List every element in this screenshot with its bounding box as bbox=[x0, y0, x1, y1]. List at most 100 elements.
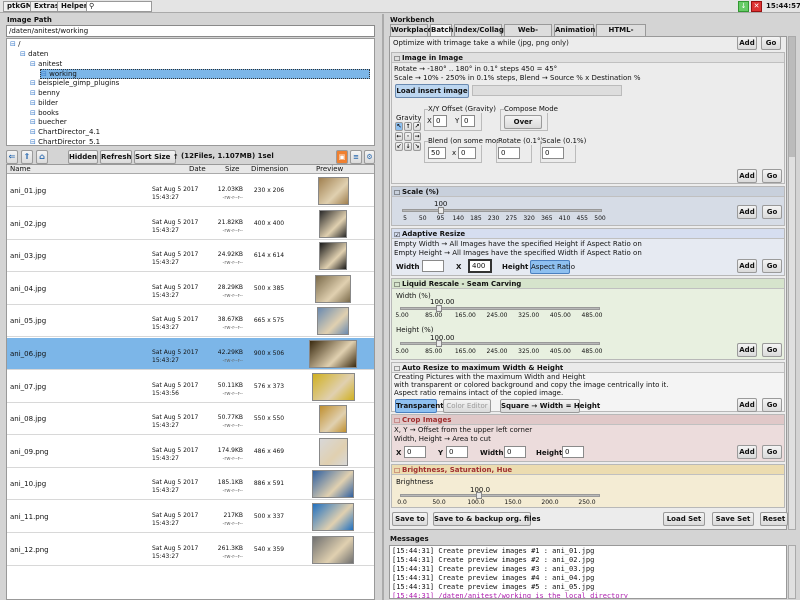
update-icon[interactable]: ↓ bbox=[738, 1, 749, 12]
up-icon[interactable]: ⇑ bbox=[21, 150, 33, 164]
gravity-cell-icon[interactable]: ↑ bbox=[404, 122, 412, 131]
blend-a-input[interactable]: 50 bbox=[428, 147, 446, 159]
checkbox-icon[interactable]: ☐ bbox=[394, 188, 400, 198]
scrollbar-thumb[interactable] bbox=[789, 37, 795, 157]
gravity-cell-icon[interactable]: ↘ bbox=[413, 142, 421, 151]
back-icon[interactable]: ⇐ bbox=[6, 150, 18, 164]
col-name[interactable]: Name bbox=[10, 165, 31, 173]
save-backup-button[interactable]: Save to & backup org. files bbox=[433, 512, 541, 526]
crop-width-input[interactable]: 0 bbox=[504, 446, 526, 458]
load-set-button[interactable]: Load Set bbox=[663, 512, 705, 526]
table-row[interactable]: ani_11.png Sat Aug 5 2017 15:43:27 217KB -rw… bbox=[7, 501, 374, 533]
tab-animation[interactable]: Animation bbox=[554, 24, 595, 36]
col-size[interactable]: Size bbox=[225, 165, 239, 173]
crop-x-input[interactable]: 0 bbox=[404, 446, 426, 458]
checkbox-icon[interactable]: ☐ bbox=[394, 280, 400, 290]
reset-button[interactable]: Reset bbox=[760, 512, 788, 526]
adaptive-height-input[interactable]: 400 bbox=[468, 259, 492, 273]
messages-scrollbar[interactable] bbox=[788, 545, 796, 599]
table-row[interactable]: ani_01.jpg Sat Aug 5 2017 15:43:27 12.03KB -… bbox=[7, 175, 374, 207]
tree-node[interactable]: ⊟ bilder bbox=[30, 99, 58, 107]
offset-y-input[interactable]: 0 bbox=[461, 115, 475, 127]
refresh-button[interactable]: Refresh bbox=[100, 150, 132, 164]
tab-web-gallery[interactable]: Web-Gallery bbox=[504, 24, 552, 45]
table-row[interactable]: ani_09.png Sat Aug 5 2017 15:43:27 174.9KB -… bbox=[7, 435, 374, 468]
preview-icon[interactable]: ▣ bbox=[336, 150, 348, 164]
crop-go-button[interactable]: Go bbox=[762, 445, 782, 459]
gravity-grid[interactable]: ↖ ↑ ↗ ← · → ↙ ↓ ↘ bbox=[395, 122, 421, 152]
liquid-width-knob[interactable] bbox=[436, 305, 442, 312]
gravity-cell-icon[interactable]: ← bbox=[395, 132, 403, 141]
tab-html-editor[interactable]: HTML-Editor bbox=[596, 24, 646, 45]
save-set-button[interactable]: Save Set bbox=[712, 512, 754, 526]
tree-node[interactable]: ⊟ ChartDirector_5.1 bbox=[30, 138, 100, 145]
tree-node[interactable]: ⊟ ChartDirector_4.1 bbox=[30, 128, 100, 136]
checkbox-icon[interactable]: ☑ bbox=[394, 230, 400, 240]
tree-node[interactable]: ⊟ beispiele_gimp_plugins bbox=[30, 79, 119, 87]
brightness-slider[interactable] bbox=[400, 492, 600, 499]
gravity-cell-icon[interactable]: ↗ bbox=[413, 122, 421, 131]
insert-go-button[interactable]: Go bbox=[762, 169, 782, 183]
col-date[interactable]: Date bbox=[189, 165, 206, 173]
auto-add-button[interactable]: Add bbox=[737, 398, 757, 412]
liquid-height-slider[interactable] bbox=[400, 340, 600, 347]
insert-add-button[interactable]: Add bbox=[737, 169, 757, 183]
liquid-add-button[interactable]: Add bbox=[737, 343, 757, 357]
table-row[interactable]: ani_10.jpg Sat Aug 5 2017 15:43:27 185.1KB -… bbox=[7, 468, 374, 501]
table-row[interactable]: ani_05.jpg Sat Aug 5 2017 15:43:27 38.67KB -… bbox=[7, 305, 374, 338]
tree-node[interactable]: ⊟ anitest bbox=[30, 60, 62, 68]
tree-node[interactable]: ⊟ books bbox=[30, 109, 59, 117]
scale-input[interactable]: 0 bbox=[542, 147, 564, 159]
gravity-cell-icon[interactable]: → bbox=[413, 132, 421, 141]
table-row[interactable]: ani_04.jpg Sat Aug 5 2017 15:43:27 28.29KB -… bbox=[7, 272, 374, 305]
brightness-knob[interactable] bbox=[476, 492, 482, 499]
scale-slider[interactable] bbox=[402, 207, 602, 214]
insert-path-field[interactable] bbox=[472, 85, 622, 96]
offset-x-input[interactable]: 0 bbox=[433, 115, 447, 127]
close-icon[interactable]: ✕ bbox=[751, 1, 762, 12]
checkbox-icon[interactable]: ☐ bbox=[394, 416, 400, 426]
crop-add-button[interactable]: Add bbox=[737, 445, 757, 459]
load-insert-button[interactable]: Load insert image bbox=[395, 84, 469, 98]
gravity-cell-icon[interactable]: · bbox=[404, 132, 412, 141]
directory-tree[interactable]: ⊟ / ⊟ daten ⊟ anitest ⊟ working ⊟ beispiele_… bbox=[6, 38, 375, 146]
liquid-height-knob[interactable] bbox=[436, 340, 442, 347]
scrollbar[interactable] bbox=[788, 36, 796, 530]
crop-height-input[interactable]: 0 bbox=[562, 446, 584, 458]
compose-select[interactable]: Over bbox=[504, 115, 542, 129]
scale-add-button[interactable]: Add bbox=[737, 205, 757, 219]
path-field[interactable]: /daten/anitest/working bbox=[6, 25, 375, 37]
list-icon[interactable]: ≡ bbox=[350, 150, 362, 164]
table-row[interactable]: ani_12.png Sat Aug 5 2017 15:43:27 261.3KB -… bbox=[7, 533, 374, 566]
blend-b-input[interactable]: 0 bbox=[458, 147, 476, 159]
table-row[interactable]: ani_07.jpg Sat Aug 5 2017 15:43:56 50.11KB -… bbox=[7, 370, 374, 403]
table-row[interactable]: ani_06.jpg Sat Aug 5 2017 15:43:27 42.29KB -… bbox=[7, 338, 374, 370]
aspect-ratio-toggle[interactable]: Aspect Ratio bbox=[530, 260, 575, 274]
home-icon[interactable]: ⌂ bbox=[36, 150, 48, 164]
sort-button[interactable]: Sort Size ↑ bbox=[134, 150, 179, 164]
tab-index-collage[interactable]: Index/Collage bbox=[454, 24, 509, 36]
gravity-cell-icon[interactable]: ↓ bbox=[404, 142, 412, 151]
scale-slider-knob[interactable] bbox=[438, 207, 444, 214]
liquid-go-button[interactable]: Go bbox=[762, 343, 782, 357]
tree-node[interactable]: ⊟ / bbox=[10, 40, 20, 48]
square-toggle[interactable]: Square → Width = Height bbox=[500, 399, 600, 413]
liquid-width-slider[interactable] bbox=[400, 305, 600, 312]
table-row[interactable]: ani_03.jpg Sat Aug 5 2017 15:43:27 24.92KB -… bbox=[7, 240, 374, 273]
adaptive-go-button[interactable]: Go bbox=[762, 259, 782, 273]
tree-node[interactable]: ⊟ working bbox=[40, 69, 370, 80]
col-dimension[interactable]: Dimension bbox=[251, 165, 288, 173]
gravity-cell-icon[interactable]: ↖ bbox=[395, 122, 403, 131]
hidden-button[interactable]: Hidden bbox=[68, 150, 98, 164]
table-row[interactable]: ani_02.jpg Sat Aug 5 2017 15:43:27 21.82KB -… bbox=[7, 207, 374, 240]
scale-go-button[interactable]: Go bbox=[762, 205, 782, 219]
col-preview[interactable]: Preview bbox=[316, 165, 343, 173]
save-to-button[interactable]: Save to bbox=[392, 512, 428, 526]
checkbox-icon[interactable]: ☐ bbox=[394, 54, 400, 64]
adaptive-width-input[interactable] bbox=[422, 260, 444, 272]
auto-go-button[interactable]: Go bbox=[762, 398, 782, 412]
panel-divider[interactable] bbox=[382, 14, 384, 600]
transparent-toggle[interactable]: Transparent bbox=[395, 399, 444, 413]
adaptive-add-button[interactable]: Add bbox=[737, 259, 757, 273]
trimage-add-button[interactable]: Add bbox=[737, 36, 757, 50]
